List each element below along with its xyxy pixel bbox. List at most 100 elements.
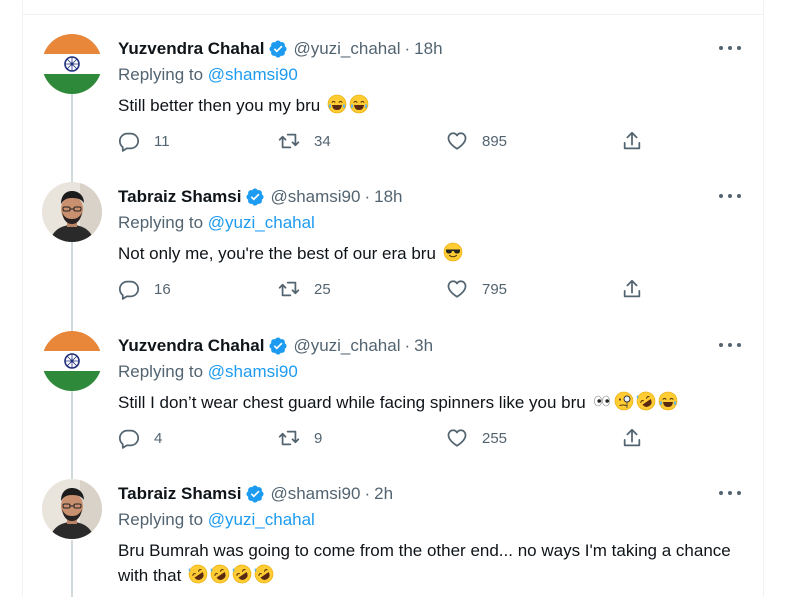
retweet-button[interactable]: 25 — [278, 278, 331, 300]
like-button[interactable]: 895 — [446, 130, 507, 152]
tweet[interactable]: Tabraiz Shamsi @shamsi90 · 2h Replying t… — [22, 463, 763, 597]
timestamp[interactable]: 18h — [414, 39, 442, 59]
replying-to: Replying to @shamsi90 — [118, 65, 298, 85]
display-name[interactable]: Yuzvendra Chahal — [118, 336, 264, 356]
tweet-text-content: Not only me, you're the best of our era … — [118, 244, 436, 263]
tweet-text: Still better then you my bru — [118, 93, 738, 118]
display-name[interactable]: Tabraiz Shamsi — [118, 187, 241, 207]
username[interactable]: @shamsi90 — [270, 187, 360, 207]
retweet-icon — [278, 427, 300, 449]
replying-prefix: Replying to — [118, 213, 204, 232]
share-icon — [621, 278, 643, 300]
verified-badge-icon — [268, 336, 288, 356]
retweet-count: 25 — [314, 280, 331, 298]
rolling-on-the-floor-laughing-icon — [188, 564, 208, 584]
replying-to: Replying to @shamsi90 — [118, 362, 298, 382]
avatar[interactable] — [42, 182, 102, 242]
separator-dot: · — [404, 336, 411, 355]
username[interactable]: @yuzi_chahal — [293, 39, 400, 59]
replying-to: Replying to @yuzi_chahal — [118, 213, 315, 233]
mention-link[interactable]: @shamsi90 — [208, 65, 298, 84]
more-options-icon[interactable] — [719, 188, 741, 204]
verified-badge-icon — [245, 187, 265, 207]
timeline-right-border — [763, 0, 764, 597]
like-count: 795 — [482, 280, 508, 298]
tweet-actions: 4 9 255 — [118, 427, 648, 451]
retweet-button[interactable]: 34 — [278, 130, 331, 152]
display-name[interactable]: Yuzvendra Chahal — [118, 39, 264, 59]
smiling-face-with-sunglasses-icon — [443, 242, 463, 262]
separator-dot: · — [404, 39, 411, 58]
mention-link[interactable]: @yuzi_chahal — [208, 213, 315, 232]
share-icon — [621, 427, 643, 449]
heart-icon — [446, 427, 468, 449]
tweet-text: Bru Bumrah was going to come from the ot… — [118, 538, 738, 588]
tweet-actions: 16 25 795 — [118, 278, 648, 302]
username[interactable]: @yuzi_chahal — [293, 336, 400, 356]
heart-icon — [446, 130, 468, 152]
share-button[interactable] — [621, 130, 643, 152]
tweet-text: Not only me, you're the best of our era … — [118, 241, 738, 266]
face-with-tears-of-joy-icon — [327, 94, 347, 114]
reply-button[interactable]: 11 — [118, 130, 170, 152]
replying-prefix: Replying to — [118, 510, 204, 529]
reply-button[interactable]: 4 — [118, 427, 162, 449]
avatar[interactable] — [42, 331, 102, 391]
tweet-text-content: Still better then you my bru — [118, 96, 321, 115]
like-button[interactable]: 255 — [446, 427, 507, 449]
username[interactable]: @shamsi90 — [270, 484, 360, 504]
tweet[interactable]: Yuzvendra Chahal @yuzi_chahal · 18h Repl… — [22, 18, 763, 166]
tweet-header: Yuzvendra Chahal @yuzi_chahal · 3h — [118, 335, 433, 357]
mention-link[interactable]: @shamsi90 — [208, 362, 298, 381]
avatar[interactable] — [42, 34, 102, 94]
heart-icon — [446, 278, 468, 300]
reply-icon — [118, 278, 140, 300]
display-name[interactable]: Tabraiz Shamsi — [118, 484, 241, 504]
more-options-icon[interactable] — [719, 337, 741, 353]
share-button[interactable] — [621, 427, 643, 449]
like-button[interactable]: 795 — [446, 278, 507, 300]
rolling-on-the-floor-laughing-icon — [232, 564, 252, 584]
avatar[interactable] — [42, 479, 102, 539]
separator-dot: · — [364, 187, 371, 206]
replying-prefix: Replying to — [118, 65, 204, 84]
retweet-icon — [278, 130, 300, 152]
verified-badge-icon — [268, 39, 288, 59]
tweet-text-content: Still I don’t wear chest guard while fac… — [118, 393, 586, 412]
retweet-button[interactable]: 9 — [278, 427, 322, 449]
rolling-on-the-floor-laughing-icon — [636, 391, 656, 411]
share-button[interactable] — [621, 278, 643, 300]
reply-icon — [118, 427, 140, 449]
like-count: 255 — [482, 429, 508, 447]
timestamp[interactable]: 3h — [414, 336, 433, 356]
tweet-actions: 11 34 895 — [118, 130, 648, 154]
retweet-icon — [278, 278, 300, 300]
separator-dot: · — [364, 484, 371, 503]
timestamp[interactable]: 18h — [374, 187, 402, 207]
rolling-on-the-floor-laughing-icon — [254, 564, 274, 584]
like-count: 895 — [482, 132, 508, 150]
face-with-monocle-icon — [614, 391, 634, 411]
tweet-header: Tabraiz Shamsi @shamsi90 · 18h — [118, 186, 403, 208]
mention-link[interactable]: @yuzi_chahal — [208, 510, 315, 529]
verified-badge-icon — [245, 484, 265, 504]
rolling-on-the-floor-laughing-icon — [210, 564, 230, 584]
replying-prefix: Replying to — [118, 362, 204, 381]
reply-button[interactable]: 16 — [118, 278, 171, 300]
more-options-icon[interactable] — [719, 485, 741, 501]
replying-to: Replying to @yuzi_chahal — [118, 510, 315, 530]
timeline-top-border — [22, 14, 763, 15]
reply-count: 16 — [154, 280, 171, 298]
timestamp[interactable]: 2h — [374, 484, 393, 504]
more-options-icon[interactable] — [719, 40, 741, 56]
reply-count: 4 — [154, 429, 163, 447]
tweet-text: Still I don’t wear chest guard while fac… — [118, 390, 738, 415]
tweet[interactable]: Tabraiz Shamsi @shamsi90 · 18h Replying … — [22, 166, 763, 314]
tweet-header: Tabraiz Shamsi @shamsi90 · 2h — [118, 483, 393, 505]
reply-icon — [118, 130, 140, 152]
reply-count: 11 — [154, 132, 170, 150]
face-with-tears-of-joy-icon — [658, 391, 678, 411]
tweet-header: Yuzvendra Chahal @yuzi_chahal · 18h — [118, 38, 443, 60]
tweet[interactable]: Yuzvendra Chahal @yuzi_chahal · 3h Reply… — [22, 315, 763, 463]
retweet-count: 9 — [314, 429, 323, 447]
